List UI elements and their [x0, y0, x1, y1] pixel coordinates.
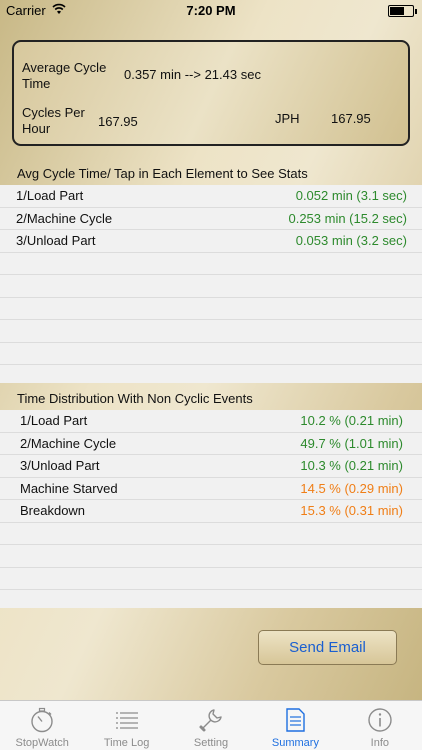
element-value: 0.052 min (3.1 sec) [295, 188, 407, 203]
event-name: 3/Unload Part [20, 458, 100, 473]
time-distribution-table: 1/Load Part 10.2 % (0.21 min) 2/Machine … [0, 410, 422, 608]
empty-row [0, 253, 422, 275]
table-row[interactable]: 1/Load Part 0.052 min (3.1 sec) [0, 185, 422, 208]
element-name: 1/Load Part [16, 188, 84, 203]
table-row: Machine Starved 14.5 % (0.29 min) [0, 478, 422, 500]
event-value: 10.3 % (0.21 min) [300, 458, 403, 473]
tab-label: Setting [193, 737, 229, 749]
send-email-button[interactable]: Send Email [258, 630, 397, 665]
jph-value: 167.95 [331, 111, 371, 126]
element-name: 3/Unload Part [16, 233, 96, 248]
document-icon [286, 708, 306, 732]
event-name: Breakdown [20, 503, 86, 518]
info-icon [368, 708, 392, 732]
tab-time-log[interactable]: Time Log [84, 701, 168, 750]
distribution-section-header: Time Distribution With Non Cyclic Events [17, 391, 253, 406]
stopwatch-icon [31, 707, 53, 733]
event-name: 1/Load Part [20, 413, 88, 428]
clock: 7:20 PM [186, 3, 236, 18]
event-value: 49.7 % (1.01 min) [300, 435, 403, 451]
tab-info[interactable]: Info [338, 701, 422, 750]
event-value: 10.2 % (0.21 min) [300, 413, 403, 428]
avg-cycle-time-value: 0.357 min --> 21.43 sec [124, 67, 261, 82]
empty-row [0, 275, 422, 298]
cycles-per-hour-value: 167.95 [98, 114, 138, 129]
table-row: 1/Load Part 10.2 % (0.21 min) [0, 410, 422, 433]
empty-row [0, 298, 422, 320]
table-row[interactable]: 3/Unload Part 0.053 min (3.2 sec) [0, 230, 422, 253]
tab-label: Time Log [103, 737, 150, 749]
empty-row [0, 523, 422, 545]
event-value: 14.5 % (0.29 min) [300, 480, 403, 496]
avg-cycle-time-label: Average Cycle Time [22, 60, 107, 91]
event-value: 15.3 % (0.31 min) [300, 503, 403, 518]
tab-setting[interactable]: Setting [169, 701, 253, 750]
event-name: Machine Starved [20, 480, 118, 496]
element-value: 0.253 min (15.2 sec) [288, 210, 407, 226]
element-name: 2/Machine Cycle [16, 210, 113, 226]
table-row[interactable]: 2/Machine Cycle 0.253 min (15.2 sec) [0, 208, 422, 230]
cycle-element-table: 1/Load Part 0.052 min (3.1 sec) 2/Machin… [0, 185, 422, 383]
tab-bar: StopWatch Time Log Setting Summary Info [0, 700, 422, 750]
cycle-section-header: Avg Cycle Time/ Tap in Each Element to S… [17, 166, 308, 181]
status-bar: Carrier 7:20 PM [0, 0, 422, 22]
tab-summary[interactable]: Summary [253, 701, 337, 750]
empty-row [0, 320, 422, 343]
battery-icon [388, 5, 417, 17]
tab-label: Summary [271, 737, 319, 749]
tab-stopwatch[interactable]: StopWatch [0, 701, 84, 750]
event-name: 2/Machine Cycle [20, 435, 117, 451]
tab-label: Info [370, 737, 389, 749]
tab-label: StopWatch [15, 737, 69, 749]
table-row: 2/Machine Cycle 49.7 % (1.01 min) [0, 433, 422, 455]
jph-label: JPH [275, 111, 300, 126]
summary-panel: Average Cycle Time 0.357 min --> 21.43 s… [12, 40, 410, 146]
list-icon [115, 712, 138, 729]
table-row: Breakdown 15.3 % (0.31 min) [0, 500, 422, 523]
wrench-icon [199, 709, 222, 732]
empty-row [0, 343, 422, 365]
empty-row [0, 545, 422, 568]
empty-row [0, 568, 422, 590]
cycles-per-hour-label: Cycles Per Hour [22, 105, 85, 136]
table-row: 3/Unload Part 10.3 % (0.21 min) [0, 455, 422, 478]
element-value: 0.053 min (3.2 sec) [295, 233, 407, 248]
